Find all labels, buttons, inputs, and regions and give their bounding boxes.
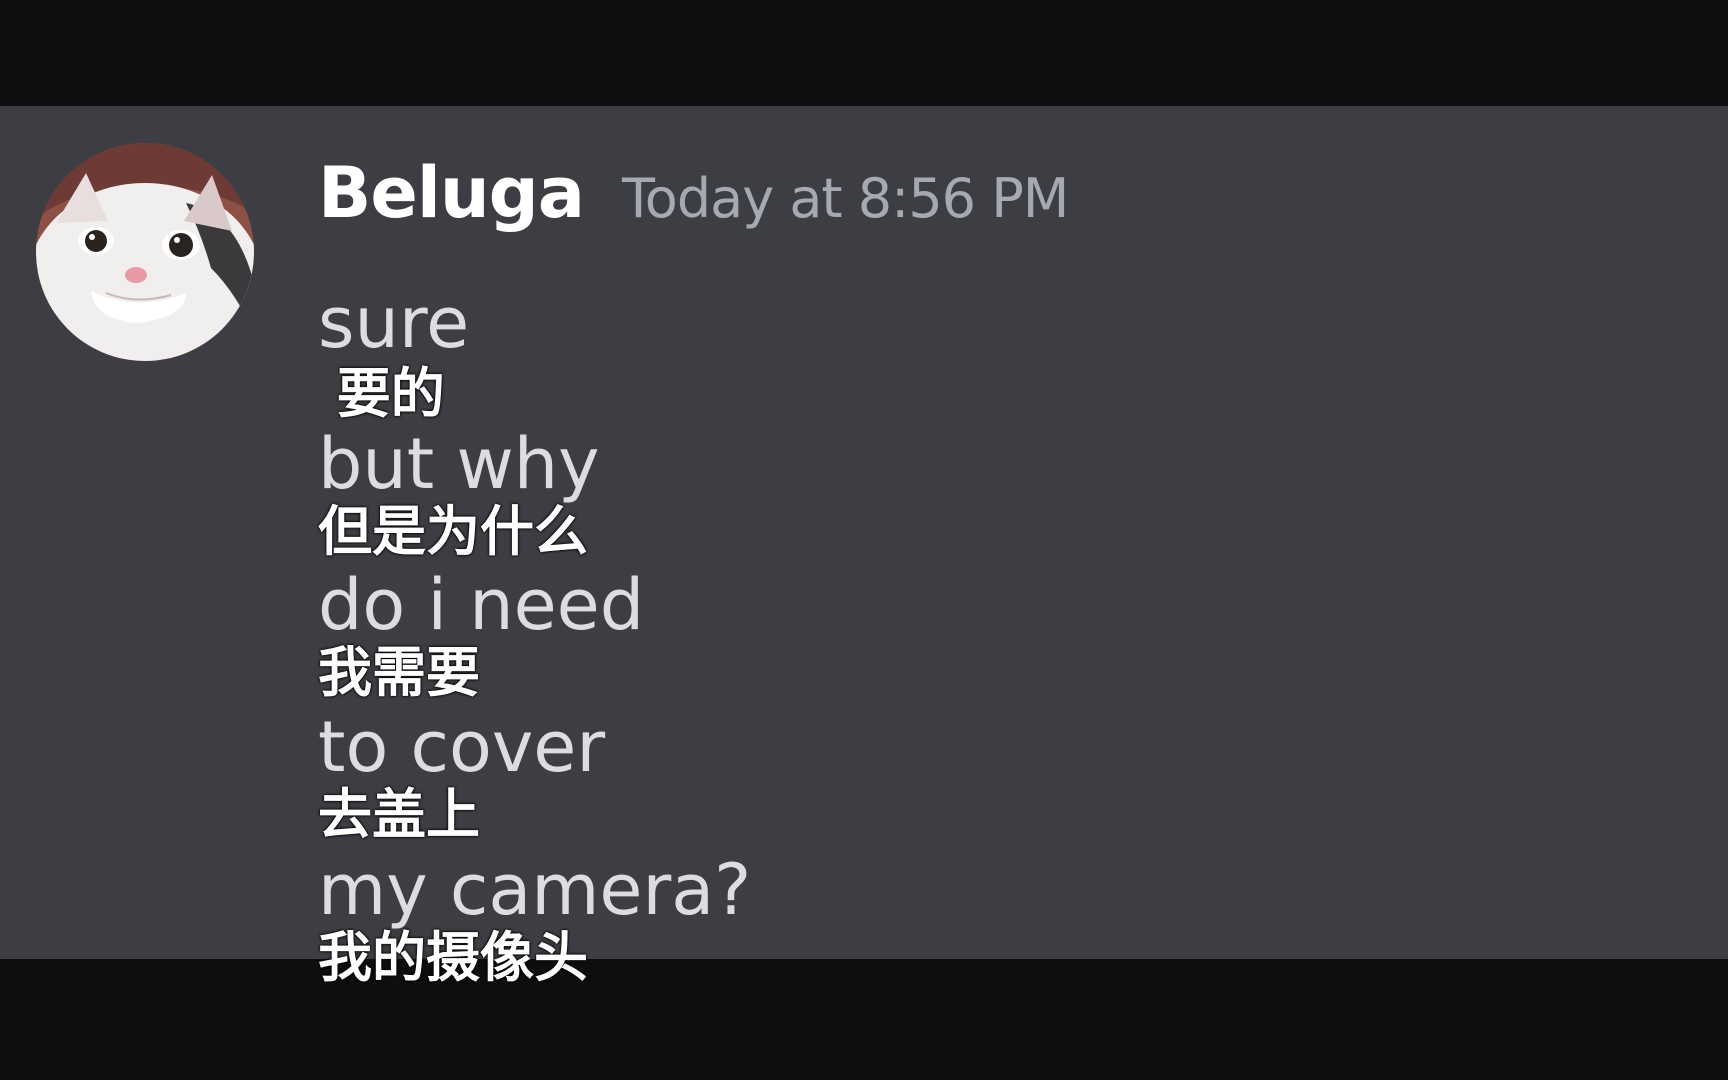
subtitle-line: 我需要 <box>318 641 480 704</box>
subtitle-line: 我的摄像头 <box>318 926 588 989</box>
message-line: sure <box>318 282 470 364</box>
video-frame: Beluga Today at 8:56 PM sure 要的 but why … <box>0 0 1728 1080</box>
message-line: to cover <box>318 706 606 788</box>
message-line: but why <box>318 423 600 505</box>
subtitle-line: 要的 <box>318 362 445 425</box>
message-timestamp: Today at 8:56 PM <box>622 167 1069 230</box>
subtitle-line: 去盖上 <box>318 783 480 846</box>
beluga-cat-avatar[interactable] <box>36 143 254 361</box>
subtitle-line: 但是为什么 <box>318 500 588 563</box>
cat-face-icon <box>36 143 254 361</box>
message-line: do i need <box>318 564 645 646</box>
message-line: my camera? <box>318 849 752 931</box>
message-author[interactable]: Beluga <box>318 148 585 238</box>
